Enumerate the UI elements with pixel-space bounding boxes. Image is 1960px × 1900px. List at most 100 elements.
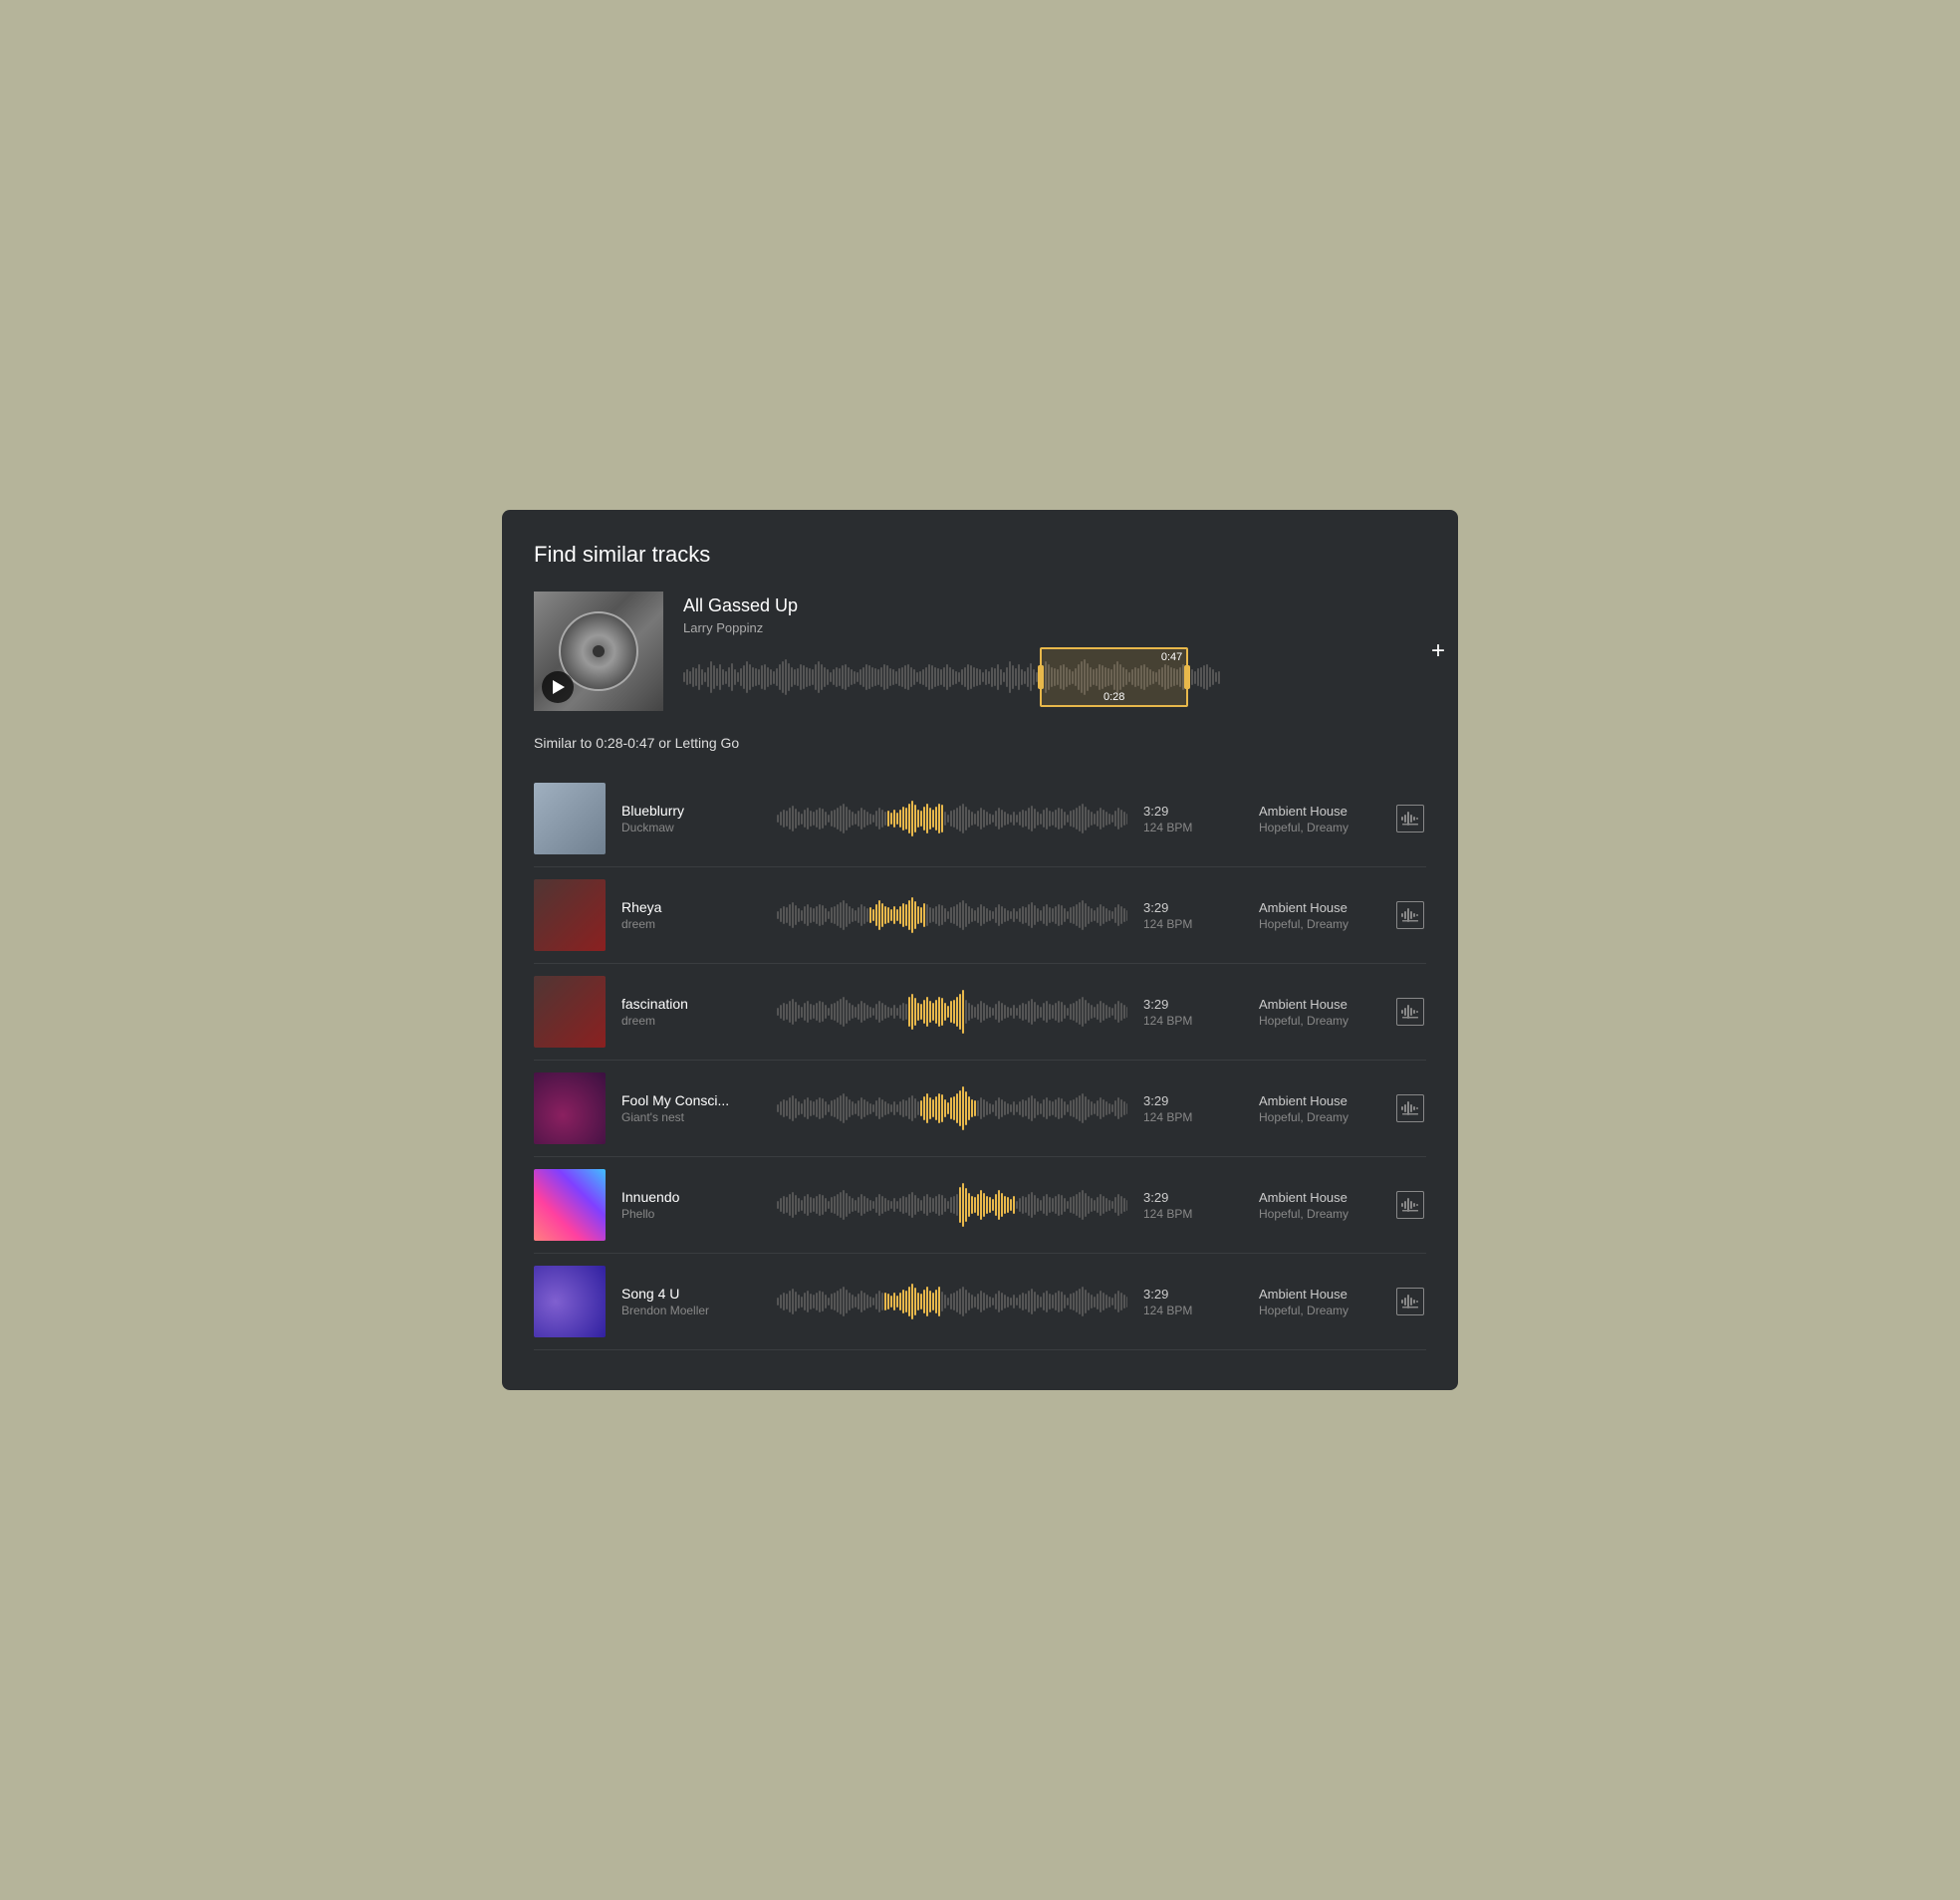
selection-start-time: 0:28 — [1103, 691, 1124, 703]
source-artwork — [534, 592, 663, 711]
track-bpm: 124 BPM — [1143, 1207, 1243, 1221]
track-action[interactable] — [1394, 1094, 1426, 1122]
track-name: Rheya — [621, 899, 761, 915]
track-name-col: Song 4 U Brendon Moeller — [621, 1286, 761, 1317]
track-artwork — [534, 879, 606, 951]
track-name: fascination — [621, 996, 761, 1012]
track-bpm: 124 BPM — [1143, 821, 1243, 834]
add-to-crate-icon[interactable] — [1396, 901, 1424, 929]
track-duration: 3:29 — [1143, 997, 1243, 1012]
track-meta: 3:29 124 BPM — [1143, 900, 1243, 931]
track-artist: Phello — [621, 1207, 761, 1221]
track-genre-name: Ambient House — [1259, 997, 1378, 1012]
track-action[interactable] — [1394, 1191, 1426, 1219]
track-artwork — [534, 1266, 606, 1337]
track-mood: Hopeful, Dreamy — [1259, 1304, 1378, 1317]
track-artwork — [534, 1169, 606, 1241]
track-genre: Ambient House Hopeful, Dreamy — [1259, 997, 1378, 1028]
track-meta: 3:29 124 BPM — [1143, 1287, 1243, 1317]
track-name: Innuendo — [621, 1189, 761, 1205]
track-genre: Ambient House Hopeful, Dreamy — [1259, 900, 1378, 931]
add-to-crate-icon[interactable] — [1396, 805, 1424, 832]
track-bpm: 124 BPM — [1143, 1014, 1243, 1028]
track-action[interactable] — [1394, 1288, 1426, 1315]
track-meta: 3:29 124 BPM — [1143, 804, 1243, 834]
track-name-col: Fool My Consci... Giant's nest — [621, 1092, 761, 1124]
track-genre: Ambient House Hopeful, Dreamy — [1259, 1093, 1378, 1124]
track-genre-name: Ambient House — [1259, 804, 1378, 819]
track-meta: 3:29 124 BPM — [1143, 997, 1243, 1028]
track-artist: dreem — [621, 1014, 761, 1028]
source-info: All Gassed Up Larry Poppinz 0:47 0:28 — [663, 592, 1426, 711]
track-mood: Hopeful, Dreamy — [1259, 1207, 1378, 1221]
track-genre-name: Ambient House — [1259, 1190, 1378, 1205]
track-artwork — [534, 783, 606, 854]
track-duration: 3:29 — [1143, 1093, 1243, 1108]
track-name: Blueblurry — [621, 803, 761, 819]
track-genre: Ambient House Hopeful, Dreamy — [1259, 1190, 1378, 1221]
track-genre: Ambient House Hopeful, Dreamy — [1259, 1287, 1378, 1317]
track-artist: dreem — [621, 917, 761, 931]
track-waveform — [777, 794, 1127, 843]
track-row[interactable]: Blueblurry Duckmaw 3:29 124 BPM Ambient Hous… — [534, 771, 1426, 867]
track-action[interactable] — [1394, 805, 1426, 832]
track-mood: Hopeful, Dreamy — [1259, 1110, 1378, 1124]
add-to-crate-icon[interactable] — [1396, 1288, 1424, 1315]
waveform-selection[interactable]: 0:47 0:28 — [1040, 647, 1188, 707]
track-artwork — [534, 1072, 606, 1144]
track-waveform — [777, 1277, 1127, 1326]
source-title: All Gassed Up — [683, 595, 1426, 616]
add-to-crate-icon[interactable] — [1396, 1094, 1424, 1122]
selection-handle-left[interactable] — [1038, 665, 1044, 689]
track-mood: Hopeful, Dreamy — [1259, 1014, 1378, 1028]
track-artist: Giant's nest — [621, 1110, 761, 1124]
track-name-col: Rheya dreem — [621, 899, 761, 931]
add-to-crate-icon[interactable] — [1396, 1191, 1424, 1219]
track-mood: Hopeful, Dreamy — [1259, 917, 1378, 931]
track-name-col: fascination dreem — [621, 996, 761, 1028]
selection-handle-right[interactable] — [1184, 665, 1190, 689]
track-waveform — [777, 1083, 1127, 1133]
track-meta: 3:29 124 BPM — [1143, 1190, 1243, 1221]
track-name-col: Blueblurry Duckmaw — [621, 803, 761, 834]
track-mood: Hopeful, Dreamy — [1259, 821, 1378, 834]
track-artist: Brendon Moeller — [621, 1304, 761, 1317]
track-row[interactable]: Innuendo Phello 3:29 124 BPM Ambient House Ho… — [534, 1157, 1426, 1254]
track-waveform — [777, 1180, 1127, 1230]
track-row[interactable]: Rheya dreem 3:29 124 BPM Ambient House Hopefu… — [534, 867, 1426, 964]
track-row[interactable]: Fool My Consci... Giant's nest 3:29 124 BPM… — [534, 1061, 1426, 1157]
track-genre-name: Ambient House — [1259, 900, 1378, 915]
track-list: Blueblurry Duckmaw 3:29 124 BPM Ambient Hous… — [534, 771, 1426, 1350]
source-track: All Gassed Up Larry Poppinz 0:47 0:28 + — [534, 592, 1426, 711]
selection-end-time: 0:47 — [1161, 651, 1182, 663]
add-button[interactable]: + — [1426, 639, 1450, 663]
track-genre-name: Ambient House — [1259, 1093, 1378, 1108]
track-genre-name: Ambient House — [1259, 1287, 1378, 1302]
panel-title: Find similar tracks — [534, 542, 1426, 568]
track-bpm: 124 BPM — [1143, 917, 1243, 931]
track-name-col: Innuendo Phello — [621, 1189, 761, 1221]
track-waveform — [777, 987, 1127, 1037]
track-name: Fool My Consci... — [621, 1092, 761, 1108]
track-meta: 3:29 124 BPM — [1143, 1093, 1243, 1124]
source-waveform[interactable]: 0:47 0:28 — [683, 647, 1426, 707]
track-row[interactable]: Song 4 U Brendon Moeller 3:29 124 BPM Ambien… — [534, 1254, 1426, 1350]
track-waveform — [777, 890, 1127, 940]
similar-label: Similar to 0:28-0:47 or Letting Go — [534, 735, 1426, 751]
play-icon — [553, 680, 565, 694]
track-action[interactable] — [1394, 998, 1426, 1026]
track-duration: 3:29 — [1143, 900, 1243, 915]
find-similar-panel: Find similar tracks All Gassed Up Larry … — [502, 510, 1458, 1390]
track-duration: 3:29 — [1143, 804, 1243, 819]
track-duration: 3:29 — [1143, 1287, 1243, 1302]
track-bpm: 124 BPM — [1143, 1304, 1243, 1317]
track-action[interactable] — [1394, 901, 1426, 929]
add-to-crate-icon[interactable] — [1396, 998, 1424, 1026]
track-name: Song 4 U — [621, 1286, 761, 1302]
track-artist: Duckmaw — [621, 821, 761, 834]
track-genre: Ambient House Hopeful, Dreamy — [1259, 804, 1378, 834]
play-button[interactable] — [542, 671, 574, 703]
track-row[interactable]: fascination dreem 3:29 124 BPM Ambient House… — [534, 964, 1426, 1061]
track-bpm: 124 BPM — [1143, 1110, 1243, 1124]
track-duration: 3:29 — [1143, 1190, 1243, 1205]
